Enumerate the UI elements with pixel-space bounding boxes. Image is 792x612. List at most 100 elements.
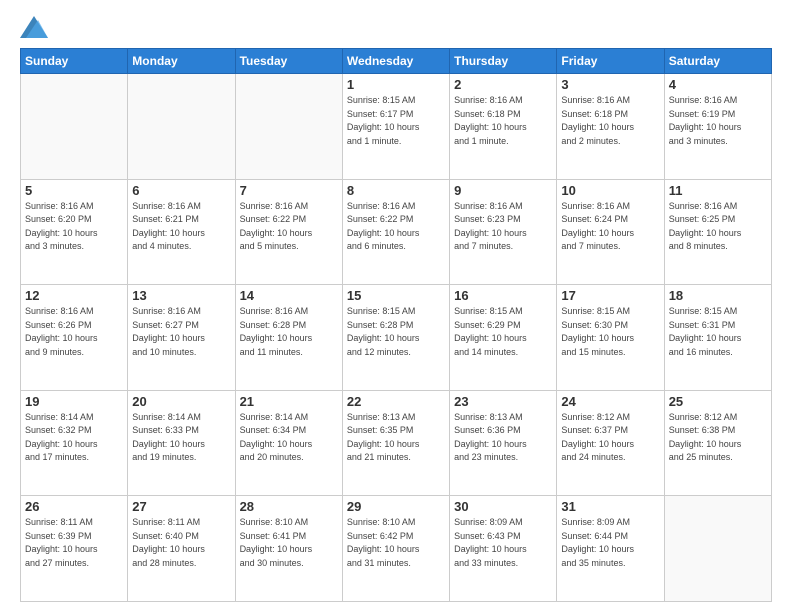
calendar-day-header: Friday bbox=[557, 49, 664, 74]
calendar-cell: 11 Sunrise: 8:16 AM Sunset: 6:25 PM Dayli… bbox=[664, 179, 771, 285]
day-info: Sunrise: 8:16 AM Sunset: 6:25 PM Dayligh… bbox=[669, 200, 767, 254]
day-info: Sunrise: 8:14 AM Sunset: 6:32 PM Dayligh… bbox=[25, 411, 123, 465]
day-number: 3 bbox=[561, 77, 659, 92]
day-number: 6 bbox=[132, 183, 230, 198]
calendar-day-header: Saturday bbox=[664, 49, 771, 74]
calendar-cell: 9Sunrise: 8:16 AM Sunset: 6:23 PM Daylig… bbox=[450, 179, 557, 285]
calendar-cell: 28Sunrise: 8:10 AM Sunset: 6:41 PM Dayli… bbox=[235, 496, 342, 602]
calendar-cell: 24 Sunrise: 8:12 AM Sunset: 6:37 PM Dayli… bbox=[557, 390, 664, 496]
calendar-cell: 27Sunrise: 8:11 AM Sunset: 6:40 PM Dayli… bbox=[128, 496, 235, 602]
calendar-cell: 1 Sunrise: 8:15 AM Sunset: 6:17 PM Daylig… bbox=[342, 74, 449, 180]
day-info: Sunrise: 8:15 AM Sunset: 6:28 PM Dayligh… bbox=[347, 305, 445, 359]
day-info: Sunrise: 8:09 AM Sunset: 6:44 PM Dayligh… bbox=[561, 516, 659, 570]
calendar-cell: 21 Sunrise: 8:14 AM Sunset: 6:34 PM Dayli… bbox=[235, 390, 342, 496]
calendar-cell: 18Sunrise: 8:15 AM Sunset: 6:31 PM Dayli… bbox=[664, 285, 771, 391]
day-number: 12 bbox=[25, 288, 123, 303]
calendar-day-header: Thursday bbox=[450, 49, 557, 74]
day-info: Sunrise: 8:10 AM Sunset: 6:42 PM Dayligh… bbox=[347, 516, 445, 570]
calendar-cell: 6 Sunrise: 8:16 AM Sunset: 6:21 PM Daylig… bbox=[128, 179, 235, 285]
day-info: Sunrise: 8:13 AM Sunset: 6:36 PM Dayligh… bbox=[454, 411, 552, 465]
day-info: Sunrise: 8:16 AM Sunset: 6:19 PM Dayligh… bbox=[669, 94, 767, 148]
day-number: 5 bbox=[25, 183, 123, 198]
day-info: Sunrise: 8:16 AM Sunset: 6:22 PM Dayligh… bbox=[347, 200, 445, 254]
calendar-week-row: 12 Sunrise: 8:16 AM Sunset: 6:26 PM Dayli… bbox=[21, 285, 772, 391]
calendar-cell: 3 Sunrise: 8:16 AM Sunset: 6:18 PM Daylig… bbox=[557, 74, 664, 180]
logo bbox=[20, 16, 52, 38]
calendar-cell: 15 Sunrise: 8:15 AM Sunset: 6:28 PM Dayli… bbox=[342, 285, 449, 391]
day-info: Sunrise: 8:16 AM Sunset: 6:18 PM Dayligh… bbox=[561, 94, 659, 148]
calendar-cell: 4 Sunrise: 8:16 AM Sunset: 6:19 PM Daylig… bbox=[664, 74, 771, 180]
day-info: Sunrise: 8:16 AM Sunset: 6:27 PM Dayligh… bbox=[132, 305, 230, 359]
calendar-cell: 8 Sunrise: 8:16 AM Sunset: 6:22 PM Daylig… bbox=[342, 179, 449, 285]
day-number: 15 bbox=[347, 288, 445, 303]
calendar-cell: 23 Sunrise: 8:13 AM Sunset: 6:36 PM Dayli… bbox=[450, 390, 557, 496]
calendar-cell: 25 Sunrise: 8:12 AM Sunset: 6:38 PM Dayli… bbox=[664, 390, 771, 496]
calendar-cell: 22 Sunrise: 8:13 AM Sunset: 6:35 PM Dayli… bbox=[342, 390, 449, 496]
day-info: Sunrise: 8:12 AM Sunset: 6:37 PM Dayligh… bbox=[561, 411, 659, 465]
day-number: 26 bbox=[25, 499, 123, 514]
calendar-week-row: 1 Sunrise: 8:15 AM Sunset: 6:17 PM Daylig… bbox=[21, 74, 772, 180]
calendar-cell: 2 Sunrise: 8:16 AM Sunset: 6:18 PM Daylig… bbox=[450, 74, 557, 180]
day-info: Sunrise: 8:15 AM Sunset: 6:31 PM Dayligh… bbox=[669, 305, 767, 359]
calendar-cell bbox=[21, 74, 128, 180]
day-number: 17 bbox=[561, 288, 659, 303]
calendar-cell: 31Sunrise: 8:09 AM Sunset: 6:44 PM Dayli… bbox=[557, 496, 664, 602]
day-info: Sunrise: 8:11 AM Sunset: 6:39 PM Dayligh… bbox=[25, 516, 123, 570]
calendar-cell: 30Sunrise: 8:09 AM Sunset: 6:43 PM Dayli… bbox=[450, 496, 557, 602]
day-info: Sunrise: 8:16 AM Sunset: 6:26 PM Dayligh… bbox=[25, 305, 123, 359]
day-number: 23 bbox=[454, 394, 552, 409]
day-number: 11 bbox=[669, 183, 767, 198]
day-number: 8 bbox=[347, 183, 445, 198]
day-number: 21 bbox=[240, 394, 338, 409]
day-info: Sunrise: 8:16 AM Sunset: 6:24 PM Dayligh… bbox=[561, 200, 659, 254]
day-number: 22 bbox=[347, 394, 445, 409]
day-number: 19 bbox=[25, 394, 123, 409]
day-number: 25 bbox=[669, 394, 767, 409]
calendar-day-header: Wednesday bbox=[342, 49, 449, 74]
logo-icon bbox=[20, 16, 48, 38]
day-number: 14 bbox=[240, 288, 338, 303]
day-info: Sunrise: 8:15 AM Sunset: 6:30 PM Dayligh… bbox=[561, 305, 659, 359]
day-info: Sunrise: 8:12 AM Sunset: 6:38 PM Dayligh… bbox=[669, 411, 767, 465]
day-number: 1 bbox=[347, 77, 445, 92]
calendar-cell bbox=[128, 74, 235, 180]
calendar-cell: 20 Sunrise: 8:14 AM Sunset: 6:33 PM Dayli… bbox=[128, 390, 235, 496]
day-number: 2 bbox=[454, 77, 552, 92]
day-number: 28 bbox=[240, 499, 338, 514]
day-info: Sunrise: 8:14 AM Sunset: 6:33 PM Dayligh… bbox=[132, 411, 230, 465]
day-number: 16 bbox=[454, 288, 552, 303]
calendar-cell: 19 Sunrise: 8:14 AM Sunset: 6:32 PM Dayli… bbox=[21, 390, 128, 496]
calendar-cell: 10 Sunrise: 8:16 AM Sunset: 6:24 PM Dayli… bbox=[557, 179, 664, 285]
calendar-cell bbox=[235, 74, 342, 180]
header bbox=[20, 16, 772, 38]
calendar-cell: 16 Sunrise: 8:15 AM Sunset: 6:29 PM Dayli… bbox=[450, 285, 557, 391]
day-info: Sunrise: 8:16 AM Sunset: 6:18 PM Dayligh… bbox=[454, 94, 552, 148]
day-info: Sunrise: 8:15 AM Sunset: 6:17 PM Dayligh… bbox=[347, 94, 445, 148]
calendar-table: SundayMondayTuesdayWednesdayThursdayFrid… bbox=[20, 48, 772, 602]
day-info: Sunrise: 8:16 AM Sunset: 6:28 PM Dayligh… bbox=[240, 305, 338, 359]
day-info: Sunrise: 8:09 AM Sunset: 6:43 PM Dayligh… bbox=[454, 516, 552, 570]
day-info: Sunrise: 8:14 AM Sunset: 6:34 PM Dayligh… bbox=[240, 411, 338, 465]
calendar-cell bbox=[664, 496, 771, 602]
day-number: 4 bbox=[669, 77, 767, 92]
calendar-cell: 14 Sunrise: 8:16 AM Sunset: 6:28 PM Dayli… bbox=[235, 285, 342, 391]
calendar-week-row: 19 Sunrise: 8:14 AM Sunset: 6:32 PM Dayli… bbox=[21, 390, 772, 496]
day-info: Sunrise: 8:16 AM Sunset: 6:20 PM Dayligh… bbox=[25, 200, 123, 254]
calendar-cell: 12 Sunrise: 8:16 AM Sunset: 6:26 PM Dayli… bbox=[21, 285, 128, 391]
calendar-day-header: Monday bbox=[128, 49, 235, 74]
day-number: 20 bbox=[132, 394, 230, 409]
calendar-week-row: 5 Sunrise: 8:16 AM Sunset: 6:20 PM Daylig… bbox=[21, 179, 772, 285]
day-number: 27 bbox=[132, 499, 230, 514]
page: SundayMondayTuesdayWednesdayThursdayFrid… bbox=[0, 0, 792, 612]
day-number: 24 bbox=[561, 394, 659, 409]
day-number: 29 bbox=[347, 499, 445, 514]
day-info: Sunrise: 8:15 AM Sunset: 6:29 PM Dayligh… bbox=[454, 305, 552, 359]
day-info: Sunrise: 8:13 AM Sunset: 6:35 PM Dayligh… bbox=[347, 411, 445, 465]
day-info: Sunrise: 8:16 AM Sunset: 6:21 PM Dayligh… bbox=[132, 200, 230, 254]
day-number: 13 bbox=[132, 288, 230, 303]
calendar-cell: 17 Sunrise: 8:15 AM Sunset: 6:30 PM Dayli… bbox=[557, 285, 664, 391]
day-number: 10 bbox=[561, 183, 659, 198]
calendar-cell: 7Sunrise: 8:16 AM Sunset: 6:22 PM Daylig… bbox=[235, 179, 342, 285]
calendar-cell: 5 Sunrise: 8:16 AM Sunset: 6:20 PM Daylig… bbox=[21, 179, 128, 285]
calendar-day-header: Tuesday bbox=[235, 49, 342, 74]
